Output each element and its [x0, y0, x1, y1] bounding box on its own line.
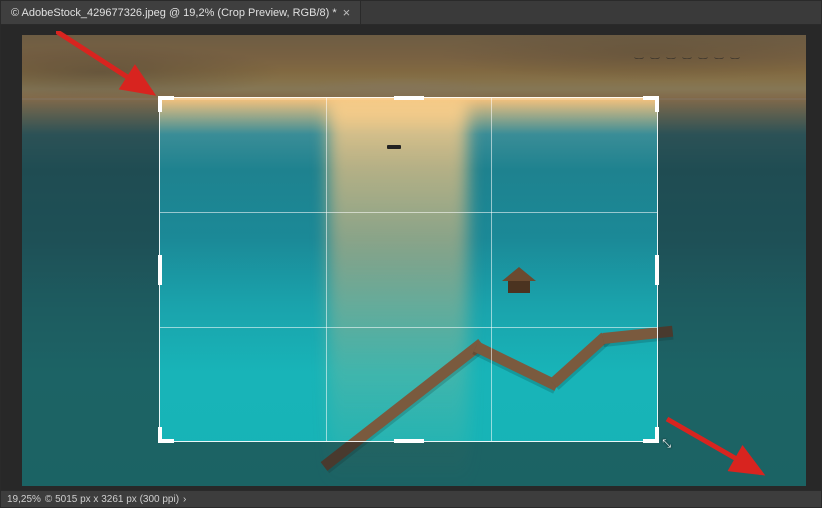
- status-zoom[interactable]: 19,25%: [7, 494, 41, 505]
- crop-grid-line: [491, 98, 492, 441]
- close-icon[interactable]: ×: [343, 6, 351, 19]
- document-tab-title: © AdobeStock_429677326.jpeg @ 19,2% (Cro…: [11, 7, 337, 19]
- document-tab[interactable]: © AdobeStock_429677326.jpeg @ 19,2% (Cro…: [1, 1, 361, 24]
- crop-rectangle[interactable]: ⤡: [159, 97, 658, 442]
- birds-silhouette: ︶︶︶︶︶︶︶: [634, 53, 746, 68]
- crop-handle-top[interactable]: [394, 96, 424, 100]
- document-tab-bar: © AdobeStock_429677326.jpeg @ 19,2% (Cro…: [1, 1, 821, 25]
- crop-handle-bottom-left[interactable]: [158, 427, 174, 443]
- crop-handle-top-right[interactable]: [643, 96, 659, 112]
- canvas-area[interactable]: ︶︶︶︶︶︶︶ ⤡: [1, 25, 821, 490]
- crop-handle-right[interactable]: [655, 255, 659, 285]
- status-bar: 19,25% © 5015 px x 3261 px (300 ppi) ›: [1, 490, 821, 507]
- document-image[interactable]: ︶︶︶︶︶︶︶ ⤡: [22, 35, 806, 486]
- crop-handle-bottom[interactable]: [394, 439, 424, 443]
- crop-handle-bottom-right[interactable]: [643, 427, 659, 443]
- crop-handle-left[interactable]: [158, 255, 162, 285]
- status-dimensions: © 5015 px x 3261 px (300 ppi): [45, 494, 179, 505]
- crop-handle-top-left[interactable]: [158, 96, 174, 112]
- crop-grid-line: [160, 327, 657, 328]
- crop-grid-line: [326, 98, 327, 441]
- chevron-right-icon[interactable]: ›: [183, 494, 186, 505]
- crop-grid-line: [160, 212, 657, 213]
- resize-diagonal-icon: ⤡: [662, 438, 671, 451]
